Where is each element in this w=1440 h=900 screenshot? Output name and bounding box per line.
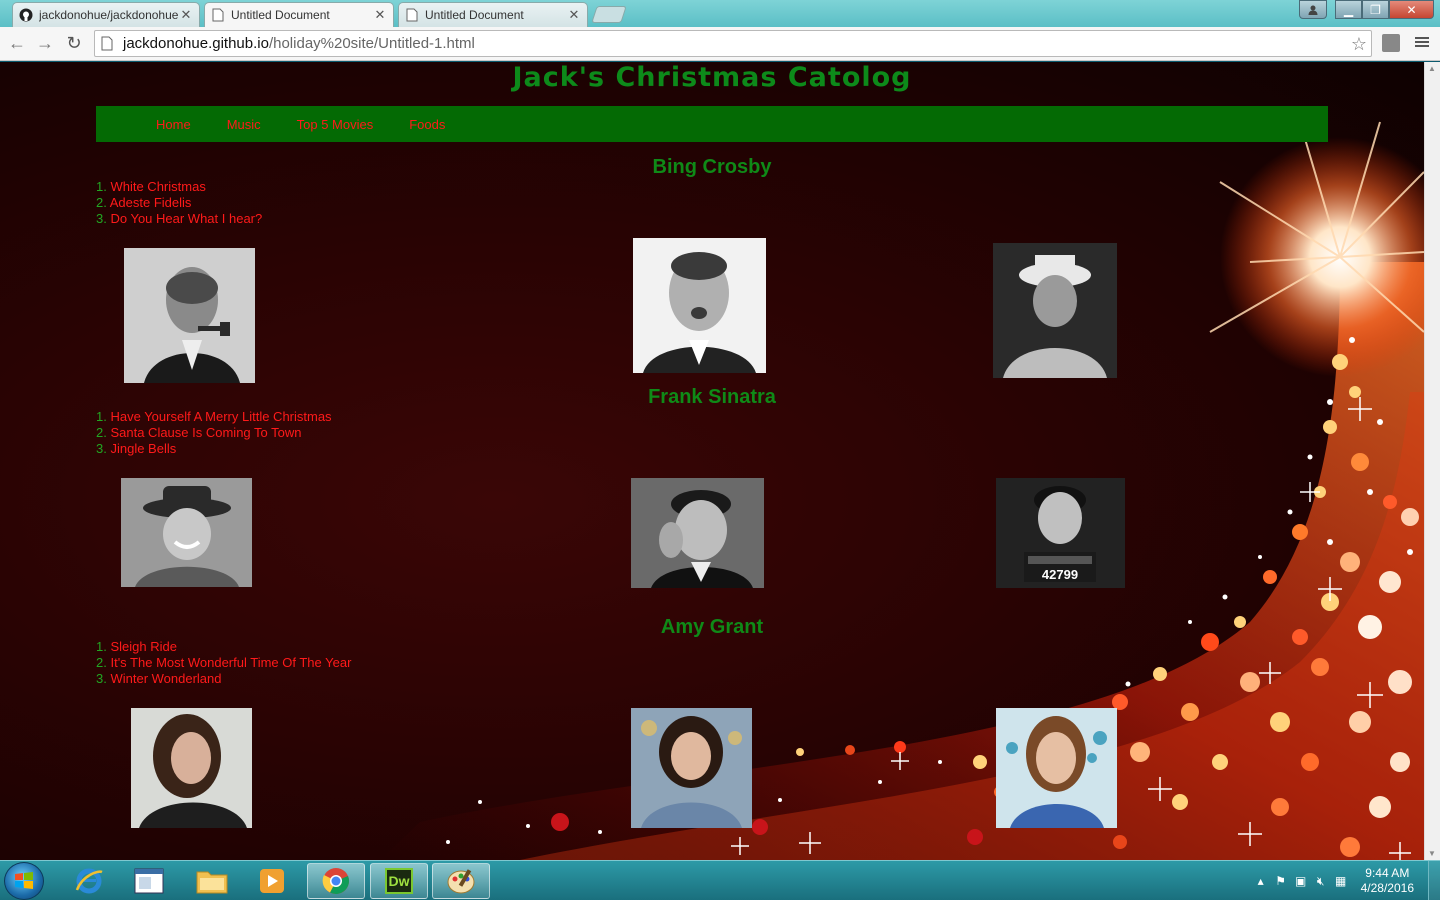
start-button[interactable] [4,862,44,900]
file-explorer-icon[interactable] [183,863,241,899]
song-list-amy-grant: 1. Sleigh Ride 2. It's The Most Wonderfu… [96,639,351,687]
show-hidden-icons-icon[interactable]: ▴ [1251,873,1271,889]
bing-crosby-photo-3 [993,243,1117,378]
song-item: 3. Winter Wonderland [96,671,222,686]
close-icon[interactable]: ✕ [179,7,193,23]
tab-untitled[interactable]: Untitled Document ✕ [398,2,588,27]
clock-date: 4/28/2016 [1360,881,1414,895]
browser-toolbar: ← → ↻ jackdonohue.github.io/holiday%20si… [0,27,1440,61]
artist-heading-amy-grant: Amy Grant [660,616,764,638]
page-icon [405,8,419,22]
menu-icon[interactable] [1414,34,1432,52]
user-profile-icon[interactable] [1299,0,1327,19]
song-item: 3. Do You Hear What I hear? [96,211,263,226]
windows-update-icon[interactable]: ▦ [1331,873,1351,889]
main-nav: Home Music Top 5 Movies Foods [96,106,1328,142]
song-item: 2. Santa Clause Is Coming To Town [96,425,302,440]
site-title: Jack's Christmas Catolog [512,62,912,93]
page-icon [211,8,225,22]
song-list-frank-sinatra: 1. Have Yourself A Merry Little Christma… [96,409,332,457]
url-text: jackdonohue.github.io/holiday%20site/Unt… [123,35,475,52]
mugshot-number: 42799 [1042,567,1078,582]
tab-github[interactable]: jackdonohue/jackdonohue ✕ [12,2,200,27]
song-item: 2. It's The Most Wonderful Time Of The Y… [96,655,352,670]
nav-music[interactable]: Music [227,117,261,132]
page-icon [101,36,119,51]
tab-untitled-active[interactable]: Untitled Document ✕ [204,2,394,27]
back-arrow-icon[interactable]: ← [6,32,28,54]
reload-icon[interactable]: ↻ [63,32,85,54]
song-item: 1. Have Yourself A Merry Little Christma… [96,409,332,424]
page-viewport: Jack's Christmas Catolog Home Music Top … [0,62,1424,860]
nav-home[interactable]: Home [156,117,191,132]
bing-crosby-photo-2 [633,238,766,373]
system-tray: ▴ ⚑ ▣ 🔇︎ ▦ 9:44 AM 4/28/2016 [1251,861,1440,900]
media-player-icon[interactable] [243,863,301,899]
address-bar[interactable]: jackdonohue.github.io/holiday%20site/Unt… [94,30,1372,57]
amy-grant-photo-3 [996,708,1117,828]
song-list-bing-crosby: 1. White Christmas 2. Adeste Fidelis 3. … [96,179,262,227]
amy-grant-photo-1 [131,708,252,828]
window-controls: ▁ ❐ ✕ [1299,0,1434,19]
vertical-scrollbar[interactable]: ▲ ▼ [1424,62,1440,860]
close-icon[interactable]: ✕ [567,7,581,23]
nav-foods[interactable]: Foods [409,117,445,132]
artist-heading-bing-crosby: Bing Crosby [652,156,772,178]
song-item: 2. Adeste Fidelis [96,195,192,210]
windows-logo-icon [15,872,33,889]
scroll-up-icon[interactable]: ▲ [1428,64,1436,73]
song-item: 1. White Christmas [96,179,206,194]
chrome-icon[interactable] [307,863,365,899]
clock-time: 9:44 AM [1365,866,1410,880]
windows-taskbar: Dw ▴ ⚑ ▣ 🔇︎ ▦ 9:44 AM 4/28/2016 [0,860,1440,900]
paint-icon[interactable] [432,863,490,899]
frank-sinatra-mugshot-photo: 42799 [996,478,1125,588]
nav-top-5-movies[interactable]: Top 5 Movies [297,117,374,132]
volume-muted-icon[interactable]: 🔇︎ [1311,873,1331,889]
bookmark-star-icon[interactable]: ☆ [1351,34,1367,55]
maximize-button[interactable]: ❐ [1362,0,1389,19]
tab-label: Untitled Document [231,8,330,22]
action-center-flag-icon[interactable]: ⚑ [1271,873,1291,889]
close-window-button[interactable]: ✕ [1389,0,1434,19]
extension-icon[interactable] [1382,34,1400,52]
internet-explorer-icon[interactable] [60,863,118,899]
github-icon [19,8,33,22]
close-icon[interactable]: ✕ [373,7,387,23]
song-item: 1. Sleigh Ride [96,639,177,654]
tab-label: Untitled Document [425,8,524,22]
artist-heading-frank-sinatra: Frank Sinatra [648,386,776,408]
window-icon[interactable] [120,863,178,899]
clock[interactable]: 9:44 AM 4/28/2016 [1361,866,1414,896]
show-desktop-button[interactable] [1428,861,1440,900]
dreamweaver-icon[interactable]: Dw [370,863,428,899]
amy-grant-photo-2 [631,708,752,828]
frank-sinatra-photo-1 [121,478,252,587]
forward-arrow-icon[interactable]: → [34,32,56,54]
scroll-down-icon[interactable]: ▼ [1428,849,1436,858]
minimize-button[interactable]: ▁ [1335,0,1362,19]
tab-label: jackdonohue/jackdonohue [39,8,179,22]
new-tab-button[interactable] [591,6,627,23]
network-icon[interactable]: ▣ [1291,873,1311,889]
tab-strip: jackdonohue/jackdonohue ✕ Untitled Docum… [0,0,1440,27]
frank-sinatra-photo-2 [631,478,764,588]
bing-crosby-photo-1 [124,248,255,383]
song-item: 3. Jingle Bells [96,441,177,456]
